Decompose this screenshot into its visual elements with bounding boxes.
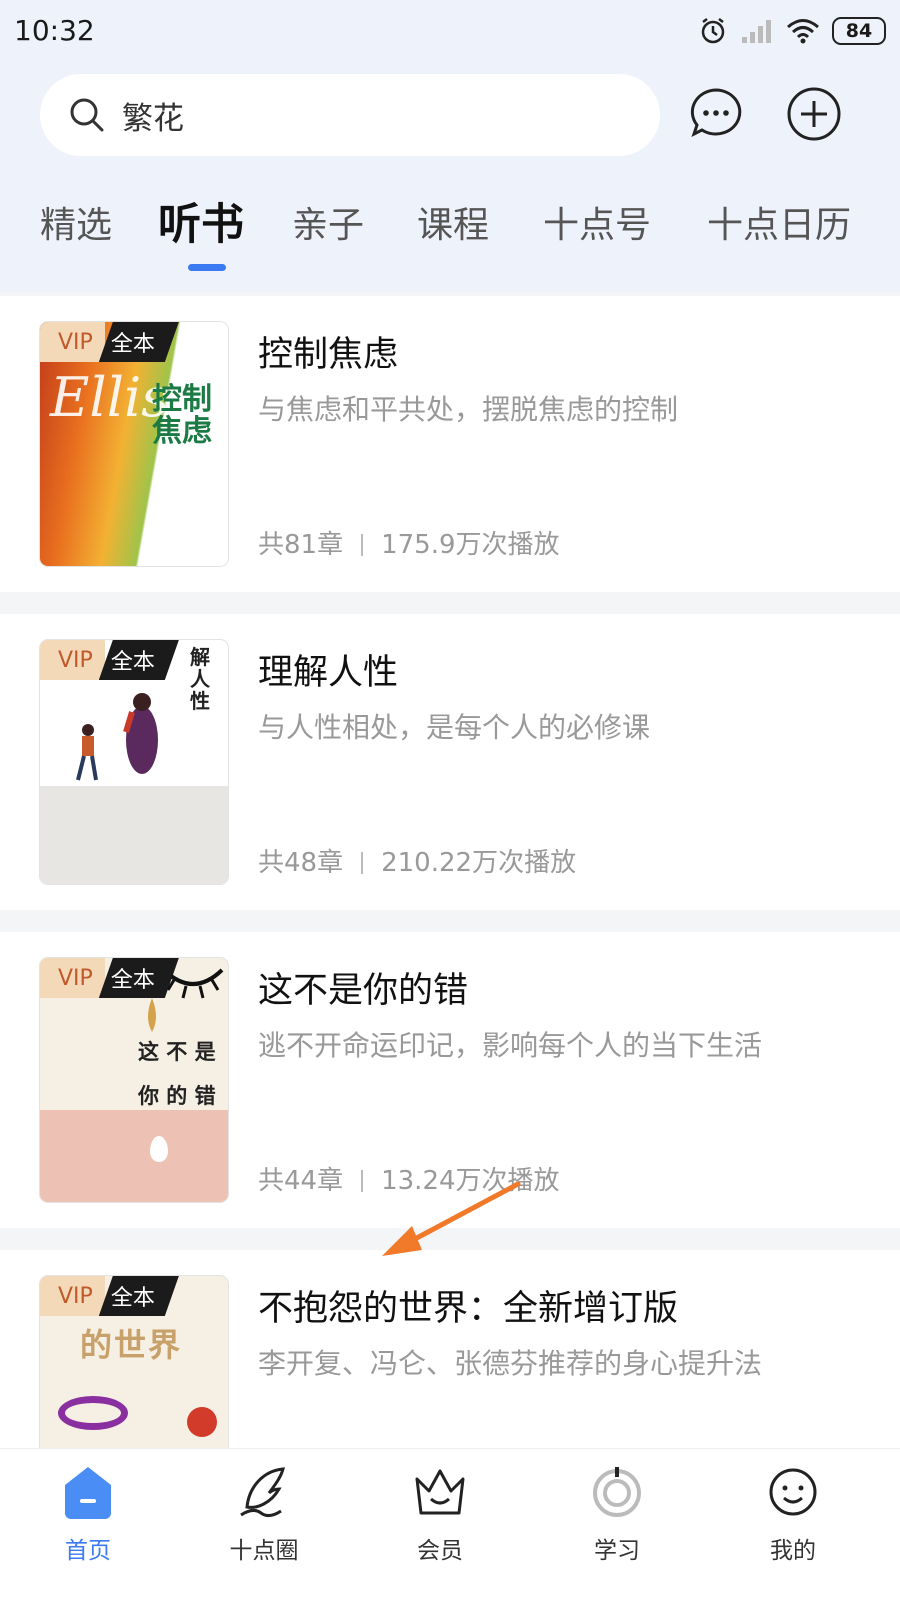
cover-tear-drop <box>150 1136 168 1162</box>
cover-illustration <box>76 693 158 781</box>
book-cover[interactable]: VIP 全本 Ellis 控制焦虑 <box>40 322 228 566</box>
cover-seal <box>187 1407 217 1437</box>
tab-tingshu[interactable]: 听书 <box>158 190 244 252</box>
badge-vip-label: VIP <box>40 640 105 680</box>
book-cover[interactable]: VIP 全本 解人性 <box>40 640 228 884</box>
cover-title-line2: 你 的 错 <box>138 1083 216 1108</box>
nav-member-label: 会员 <box>417 1538 463 1564</box>
cover-title: 控制焦虑 <box>152 382 212 449</box>
annotation-arrow-icon <box>382 1181 521 1256</box>
status-icons: 84 <box>698 14 886 48</box>
vip-badge: VIP 全本 <box>40 1276 179 1316</box>
vip-badge: VIP 全本 <box>40 958 179 998</box>
nav-circle-label: 十点圈 <box>229 1538 299 1564</box>
chapter-count: 共48章 <box>258 848 344 878</box>
alarm-icon <box>701 18 725 44</box>
play-count: 175.9万次播放 <box>381 530 560 560</box>
book-description: 李开复、冯仑、张德芬推荐的身心提升法 <box>258 1347 763 1380</box>
badge-full-label: 全本 <box>99 958 179 998</box>
search-input[interactable]: 繁花 <box>40 74 660 156</box>
add-icon[interactable] <box>786 86 842 142</box>
book-title[interactable]: 不抱怨的世界：全新增订版 <box>258 1280 678 1331</box>
badge-vip-label: VIP <box>40 322 105 362</box>
nav-circle[interactable]: 十点圈 <box>209 1463 319 1565</box>
chapter-count: 共81章 <box>258 530 344 560</box>
book-card[interactable]: VIP 全本 的世界 不抱怨的世界：全新增订版 李开复、冯仑、张德芬推荐的身心提… <box>0 1250 900 1448</box>
tab-jingxuan[interactable]: 精选 <box>40 196 112 248</box>
play-count: 210.22万次播放 <box>381 848 577 878</box>
tab-shidianhao[interactable]: 十点号 <box>543 196 651 248</box>
book-title[interactable]: 理解人性 <box>258 644 398 695</box>
meta-separator <box>361 1170 364 1192</box>
crown-icon <box>415 1469 465 1515</box>
study-icon <box>593 1467 641 1517</box>
book-card[interactable]: VIP 全本 解人性 理解人性 与人性相处，是每个人的必修课 共48章 210.2… <box>0 614 900 910</box>
search-icon <box>70 98 104 132</box>
tab-kecheng[interactable]: 课程 <box>417 196 489 248</box>
bottom-nav: 首页 十点圈 会员 学习 我的 <box>0 1448 900 1600</box>
vip-badge: VIP 全本 <box>40 640 179 680</box>
book-cover[interactable]: VIP 全本 这 不 是 你 的 错 <box>40 958 228 1202</box>
badge-full-label: 全本 <box>99 640 179 680</box>
cover-band <box>40 786 228 884</box>
nav-profile-label: 我的 <box>770 1538 816 1564</box>
status-bar: 10:32 84 <box>0 0 900 62</box>
badge-vip-label: VIP <box>40 1276 105 1316</box>
cover-title: 解人性 <box>190 645 210 713</box>
status-time: 10:32 <box>14 14 95 47</box>
message-icon[interactable] <box>688 86 744 142</box>
feather-icon <box>240 1467 285 1518</box>
meta-separator <box>361 852 364 874</box>
profile-icon <box>769 1468 817 1516</box>
book-meta: 共81章 175.9万次播放 <box>258 524 560 561</box>
meta-separator <box>361 534 364 556</box>
nav-home[interactable]: 首页 <box>33 1463 143 1565</box>
header-area: 10:32 84 繁花 精选 听书 亲子 课程 十点号 十点日历 <box>0 0 900 292</box>
cover-drop-illustration <box>148 998 156 1032</box>
book-title[interactable]: 控制焦虑 <box>258 326 398 377</box>
nav-member[interactable]: 会员 <box>385 1463 495 1565</box>
wifi-icon <box>787 19 819 44</box>
book-title[interactable]: 这不是你的错 <box>258 962 468 1013</box>
badge-full-label: 全本 <box>99 322 179 362</box>
home-icon <box>65 1467 111 1519</box>
cover-title: 的世界 <box>80 1326 183 1364</box>
nav-study[interactable]: 学习 <box>562 1463 672 1565</box>
badge-vip-label: VIP <box>40 958 105 998</box>
book-cover[interactable]: VIP 全本 的世界 <box>40 1276 228 1448</box>
category-tabs: 精选 听书 亲子 课程 十点号 十点日历 <box>0 196 900 276</box>
book-description: 逃不开命运印记，影响每个人的当下生活 <box>258 1029 763 1062</box>
chapter-count: 共44章 <box>258 1166 344 1196</box>
book-card[interactable]: VIP 全本 Ellis 控制焦虑 控制焦虑 与焦虑和平共处，摆脱焦虑的控制 共… <box>0 296 900 592</box>
tab-shidianrili[interactable]: 十点日历 <box>707 196 851 248</box>
cover-bracelet <box>58 1396 128 1430</box>
search-query: 繁花 <box>122 100 184 137</box>
nav-study-label: 学习 <box>594 1538 640 1564</box>
badge-full-label: 全本 <box>99 1276 179 1316</box>
book-description: 与焦虑和平共处，摆脱焦虑的控制 <box>258 393 679 426</box>
nav-home-label: 首页 <box>65 1538 111 1564</box>
book-description: 与人性相处，是每个人的必修课 <box>258 711 651 744</box>
vip-badge: VIP 全本 <box>40 322 179 362</box>
tab-qinzi[interactable]: 亲子 <box>292 196 364 248</box>
signal-icon <box>742 20 771 43</box>
cover-title-line1: 这 不 是 <box>138 1039 216 1064</box>
book-meta: 共48章 210.22万次播放 <box>258 842 576 879</box>
active-tab-indicator <box>188 264 226 271</box>
battery-indicator: 84 <box>832 17 886 45</box>
nav-profile[interactable]: 我的 <box>738 1463 848 1565</box>
cover-band <box>40 1110 228 1202</box>
